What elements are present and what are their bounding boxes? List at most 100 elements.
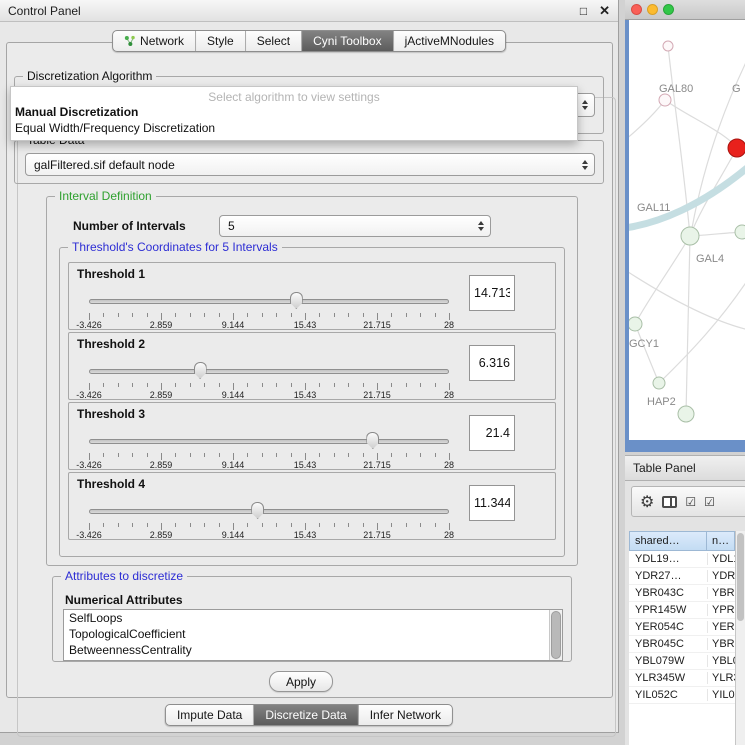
tick-label: 9.144 [222, 530, 245, 540]
control-panel-tab-strip: NetworkStyle Select Cyni Toolbox jActiveMNo… [112, 30, 506, 52]
table-row[interactable]: YDR27…YDR2… [629, 568, 735, 585]
network-edge[interactable] [635, 324, 659, 383]
combo-stepper-icon [582, 160, 588, 170]
table-cell: YIL052C [629, 689, 707, 701]
attribute-item[interactable]: TopologicalCoefficient [64, 626, 549, 642]
network-node[interactable] [735, 225, 745, 239]
control-panel-window: Control Panel □ ✕ NetworkStyleSelectCyni… [0, 0, 619, 733]
columns-icon[interactable] [662, 496, 677, 508]
close-traffic-light-icon[interactable] [631, 4, 642, 15]
table-header-row: shared… n… [629, 531, 735, 551]
table-row[interactable]: YLR345WYLR3… [629, 670, 735, 687]
slider-track[interactable] [89, 439, 449, 444]
network-node[interactable] [728, 139, 745, 157]
threshold-1-slider-thumb[interactable] [290, 292, 303, 309]
select-all-checkbox-icon[interactable]: ☑ [685, 495, 696, 509]
zoom-traffic-light-icon[interactable] [663, 4, 674, 15]
tab-infer-network[interactable]: Infer Network [358, 705, 452, 725]
close-icon[interactable]: ✕ [599, 3, 610, 19]
list-vertical-scrollbar[interactable] [549, 610, 562, 660]
slider-track[interactable] [89, 299, 449, 304]
attribute-item[interactable]: SelfLoops [64, 610, 549, 626]
table-data-combobox[interactable]: galFiltered.sif default node [25, 153, 595, 176]
threshold-4-slider-thumb[interactable] [251, 502, 264, 519]
tick-label: 21.715 [363, 320, 391, 330]
gear-icon[interactable]: ⚙ [640, 492, 654, 512]
tick-label: 28 [444, 320, 454, 330]
tab-discretize-data[interactable]: Discretize Data [253, 705, 357, 725]
tab-jactivemnodules-label: jActiveMNodules [405, 34, 494, 48]
table-cell: YDL1… [707, 553, 735, 565]
number-of-intervals-combobox[interactable]: 5 [219, 215, 491, 237]
dropdown-option-1[interactable]: Manual Discretization [11, 104, 577, 120]
network-window-titlebar [625, 0, 745, 20]
number-of-intervals-label: Number of Intervals [73, 219, 186, 233]
tab-select[interactable]: Select [245, 31, 301, 51]
table-cell: YDR27… [629, 570, 707, 582]
network-node[interactable] [663, 41, 673, 51]
table-row[interactable]: YPR145WYPR1… [629, 602, 735, 619]
threshold-1-value[interactable] [469, 275, 515, 311]
network-node[interactable] [653, 377, 665, 389]
table-row[interactable]: YBL079WYBL0… [629, 653, 735, 670]
threshold-4-slider[interactable] [89, 501, 449, 521]
tab-select-label: Select [257, 34, 290, 48]
select-visible-checkbox-icon[interactable]: ☑ [704, 495, 715, 509]
dropdown-option-2[interactable]: Equal Width/Frequency Discretization [11, 120, 577, 136]
node-label: GAL11 [637, 202, 670, 214]
threshold-3-slider-thumb[interactable] [366, 432, 379, 449]
table-row[interactable]: YIL052CYIL0… [629, 687, 735, 704]
tick-marks [89, 313, 449, 320]
threshold-3-value[interactable] [469, 415, 515, 451]
threshold-2-slider[interactable] [89, 361, 449, 381]
tick-label: 9.144 [222, 320, 245, 330]
tab-cyni-toolbox[interactable]: Cyni Toolbox [301, 31, 392, 51]
network-edge[interactable] [629, 270, 745, 330]
float-window-icon[interactable]: □ [580, 4, 587, 18]
apply-button[interactable]: Apply [269, 671, 333, 692]
network-edge[interactable] [629, 100, 665, 140]
tick-labels: -3.4262.8599.14415.4321.71528 [89, 530, 449, 540]
threshold-4-value[interactable] [469, 485, 515, 521]
network-edge[interactable] [686, 236, 690, 414]
table-panel-title: Table Panel [633, 461, 696, 475]
threshold-2-slider-thumb[interactable] [194, 362, 207, 379]
column-header-shared[interactable]: shared… [629, 531, 707, 551]
threshold-2-value[interactable] [469, 345, 515, 381]
network-node[interactable] [678, 406, 694, 422]
network-node[interactable] [629, 317, 642, 331]
tick-label: 15.43 [294, 530, 317, 540]
tick-marks [89, 383, 449, 390]
table-cell: YBR0… [707, 587, 735, 599]
attribute-item[interactable]: BetweennessCentrality [64, 642, 549, 658]
tab-cyni-toolbox-label: Cyni Toolbox [313, 34, 381, 48]
threshold-3-slider[interactable] [89, 431, 449, 451]
network-node[interactable] [659, 94, 671, 106]
slider-track[interactable] [89, 509, 449, 514]
tab-network[interactable]: Network [113, 31, 195, 51]
table-vertical-scrollbar[interactable] [735, 531, 745, 745]
tab-jactivemnodules[interactable]: jActiveMNodules [393, 31, 505, 51]
tick-label: -3.426 [76, 390, 102, 400]
slider-track[interactable] [89, 369, 449, 374]
table-row[interactable]: YBR043CYBR0… [629, 585, 735, 602]
network-canvas[interactable]: GAL80GGAL11GAL4GCY1HAP2 [629, 20, 745, 440]
network-edge[interactable] [659, 278, 745, 383]
network-edge[interactable] [635, 236, 690, 324]
column-header-name[interactable]: n… [707, 531, 735, 551]
table-row[interactable]: YER054CYER0… [629, 619, 735, 636]
table-row[interactable]: YBR045CYBR0… [629, 636, 735, 653]
tab-impute-data[interactable]: Impute Data [166, 705, 253, 725]
minimize-traffic-light-icon[interactable] [647, 4, 658, 15]
scrollbar-thumb[interactable] [737, 533, 744, 621]
table-row[interactable]: YDL19…YDL1… [629, 551, 735, 568]
threshold-1-slider[interactable] [89, 291, 449, 311]
tick-label: 28 [444, 460, 454, 470]
threshold-3-label: Threshold 3 [77, 407, 145, 421]
scrollbar-thumb[interactable] [551, 611, 561, 659]
network-edge[interactable] [629, 168, 745, 228]
network-node[interactable] [681, 227, 699, 245]
tick-label: 2.859 [150, 530, 173, 540]
tick-label: 21.715 [363, 460, 391, 470]
tab-style[interactable]: Style [195, 31, 245, 51]
